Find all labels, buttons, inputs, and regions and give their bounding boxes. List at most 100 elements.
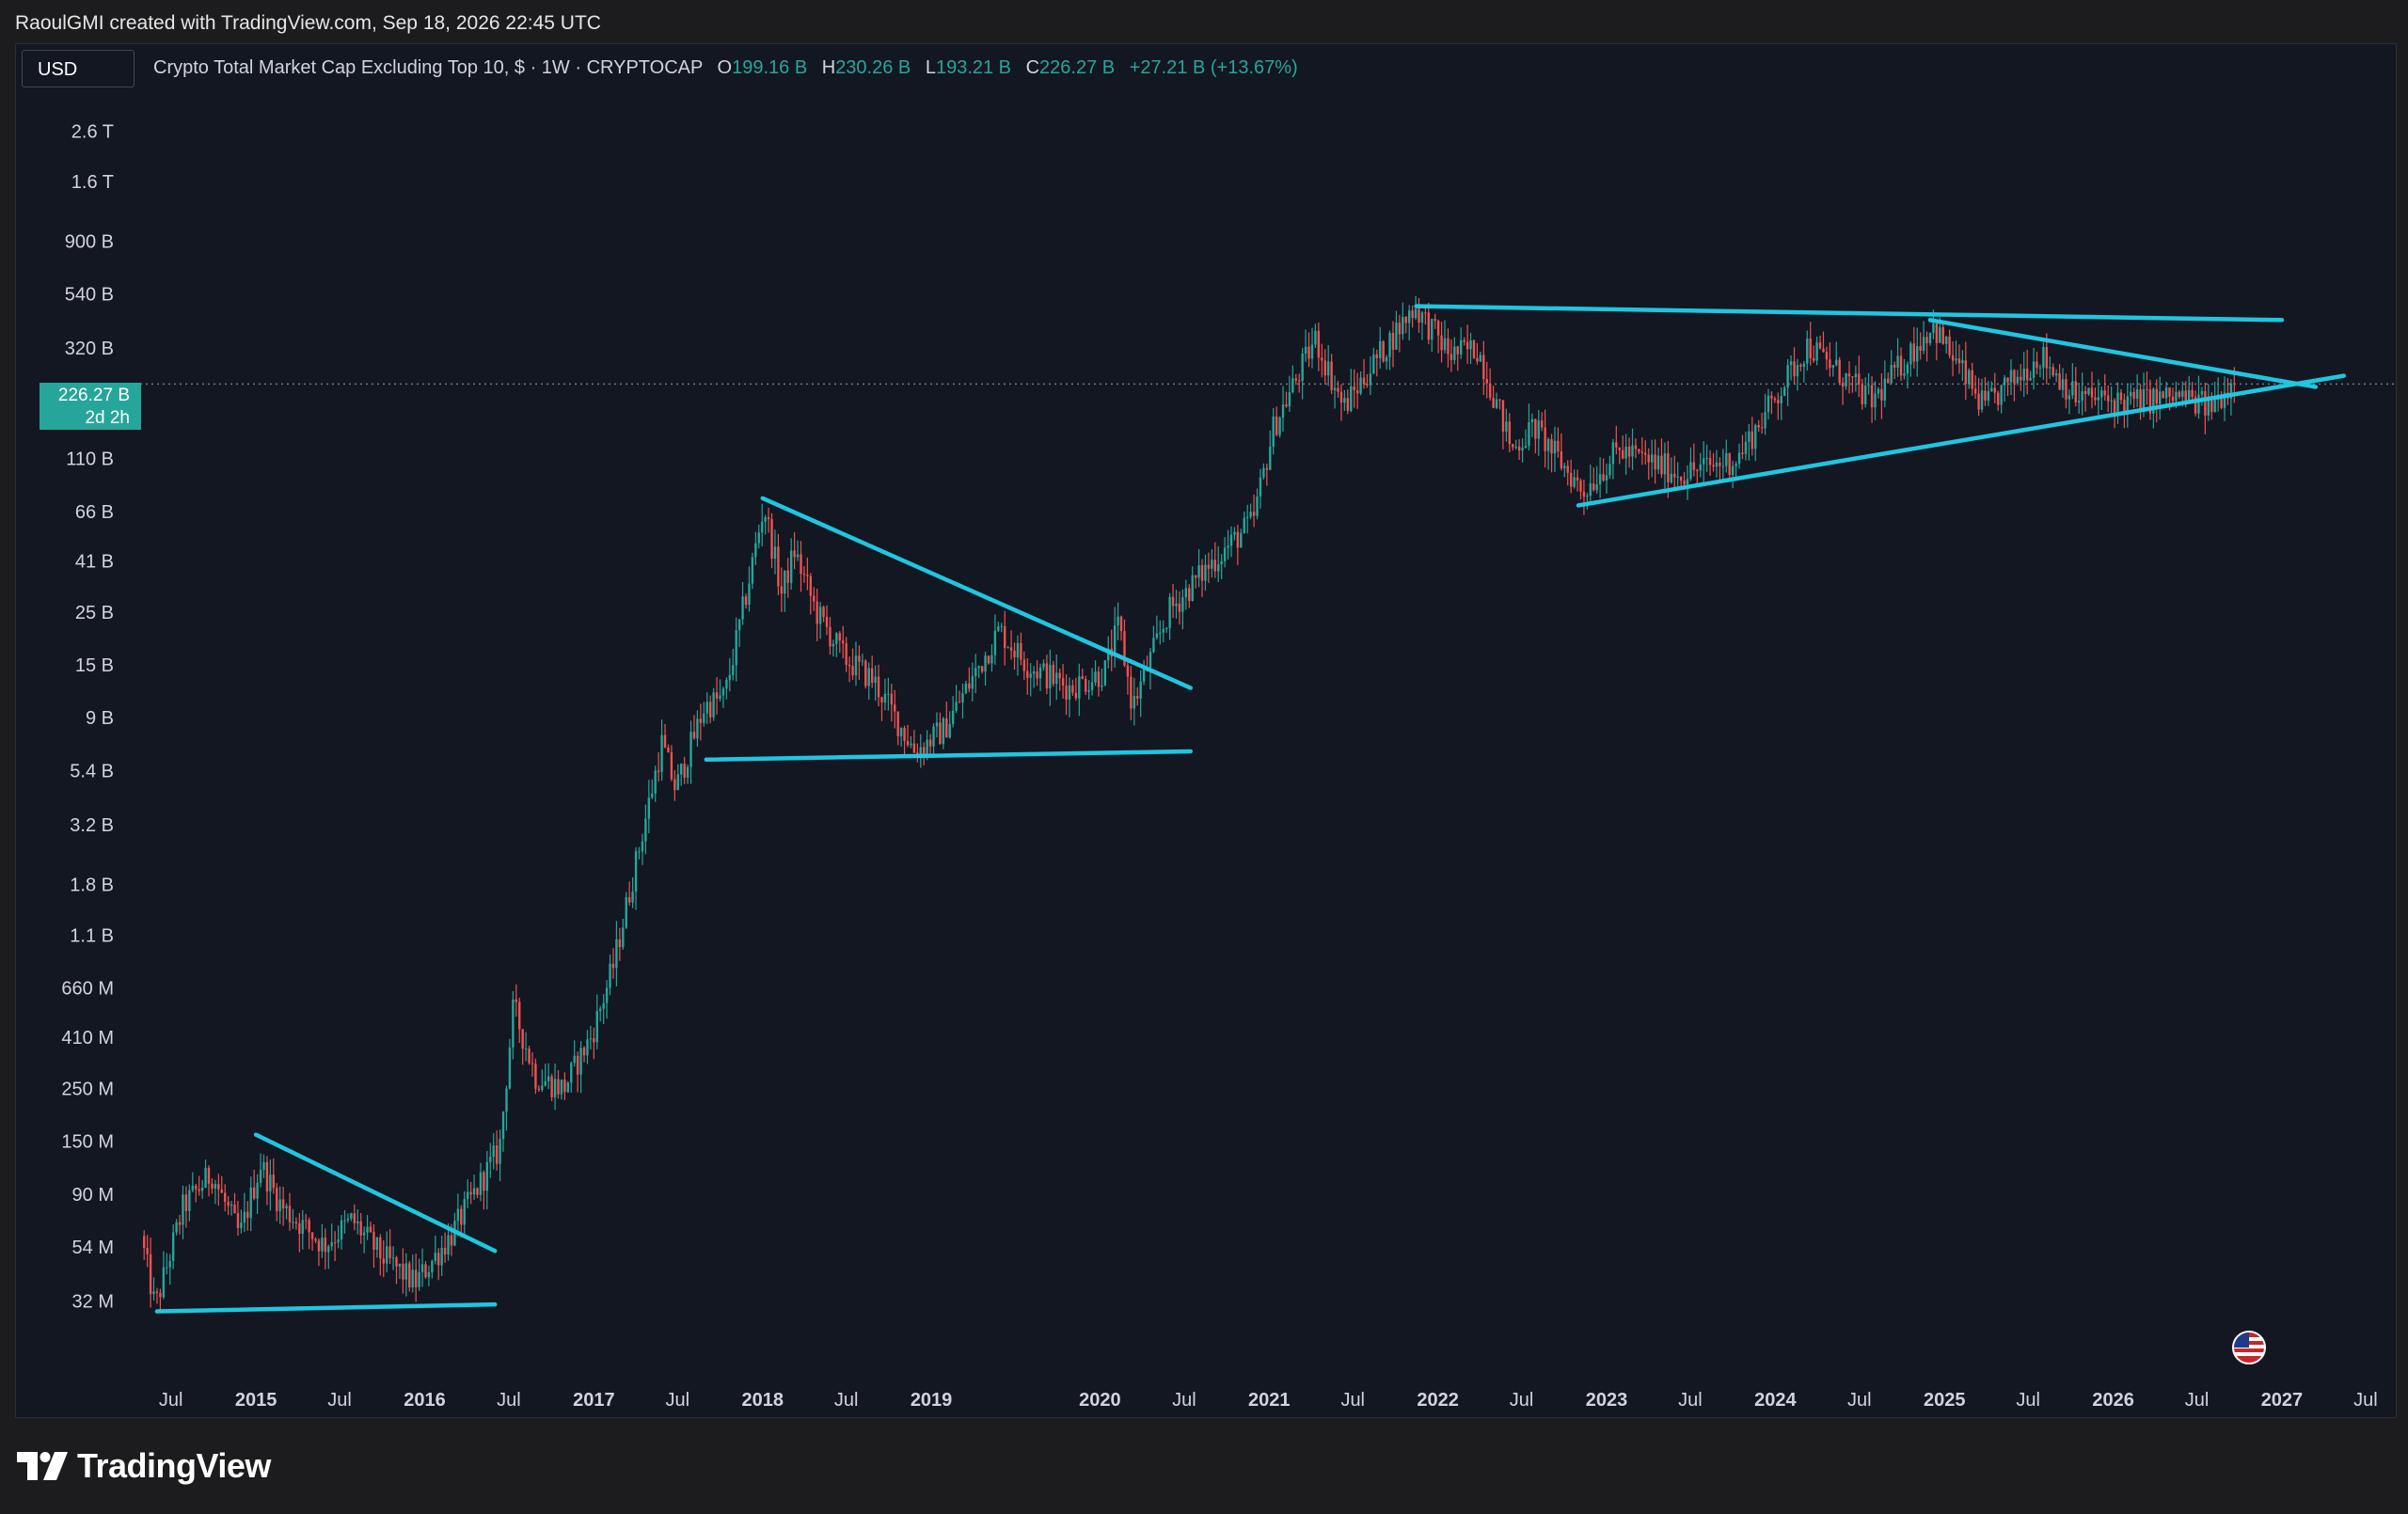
candle-body (1692, 462, 1696, 470)
candle-body (1689, 462, 1692, 480)
candle-body (2003, 377, 2006, 386)
candle-body (1404, 316, 1407, 323)
candle-body (1101, 685, 1103, 687)
candle-body (1699, 464, 1702, 471)
candle-body (1944, 336, 1948, 344)
candle-body (1197, 565, 1200, 578)
candle-body (910, 743, 912, 746)
candle-body (1288, 392, 1291, 407)
trendline[interactable] (154, 1301, 498, 1314)
candle-body (786, 570, 789, 583)
trendline[interactable] (760, 496, 1193, 690)
candle-body (1418, 308, 1420, 323)
candle-body (220, 1189, 223, 1193)
candle-body (894, 704, 896, 712)
y-axis-tick-label: 5.4 B (70, 761, 114, 781)
trendline[interactable] (704, 749, 1193, 763)
candle-body (761, 521, 764, 533)
x-axis-tick-label: Jul (159, 1390, 183, 1411)
candle-body (350, 1213, 353, 1219)
candle-body (1644, 452, 1647, 455)
candle-body (2146, 388, 2148, 390)
candle-body (1385, 356, 1388, 362)
candle-body (1488, 383, 1492, 398)
chart-canvas[interactable]: 2.6 T 1.6 T 900 B 540 B 320 B 110 B 66 B 41 B 25… (16, 44, 2396, 1417)
candle-body (333, 1242, 337, 1244)
candle-body (686, 766, 689, 778)
candle-body (1233, 531, 1236, 535)
candle-body (1009, 647, 1013, 651)
candle-body (896, 711, 899, 736)
candle-body (1955, 358, 1957, 361)
candle-body (1443, 338, 1447, 351)
trendline[interactable] (1576, 373, 2347, 508)
candle-body (1168, 596, 1171, 628)
candle-body (971, 676, 974, 689)
candle-body (246, 1211, 249, 1219)
candle-body (182, 1194, 184, 1225)
candle-body (463, 1199, 466, 1225)
candle-body (420, 1264, 424, 1272)
tradingview-logo[interactable]: TradingView (17, 1444, 271, 1488)
candle-body (1084, 678, 1087, 692)
candle-body (689, 732, 692, 767)
candle-body (1560, 451, 1563, 468)
chart-pane[interactable]: 2.6 T 1.6 T 900 B 540 B 320 B 110 B 66 B 41 B 25… (15, 43, 2397, 1418)
us-flag-icon[interactable] (2232, 1331, 2266, 1364)
candle-body (813, 595, 816, 602)
candle-body (764, 517, 767, 522)
candle-body (1984, 390, 1987, 401)
x-axis-tick-label: Jul (1510, 1390, 1534, 1411)
candle-body (379, 1237, 382, 1259)
candle-body (1553, 440, 1557, 454)
candle-body (1372, 354, 1375, 374)
candle-body (579, 1048, 582, 1075)
candle-body (391, 1257, 395, 1259)
candle-body (269, 1175, 272, 1192)
candle-body (825, 617, 829, 627)
candle-body (1492, 397, 1495, 408)
candle-body (1407, 310, 1411, 323)
candle-body (369, 1226, 372, 1233)
candle-body (1498, 399, 1501, 401)
x-axis-tick-label: 2020 (1079, 1390, 1121, 1411)
candle-body (149, 1254, 152, 1295)
candle-body (531, 1063, 534, 1065)
x-axis-tick-label: Jul (2185, 1390, 2210, 1411)
candle-body (1851, 376, 1854, 378)
candle-body (1032, 670, 1036, 674)
candle-body (1715, 463, 1719, 467)
trendline[interactable] (1414, 304, 2285, 323)
candle-body (155, 1291, 159, 1293)
candle-body (386, 1246, 388, 1264)
open-value: 199.16 B (732, 57, 808, 78)
last-price-badge: 226.27 B 2d 2h (40, 383, 141, 430)
candle-body (647, 797, 651, 819)
y-axis-tick-label: 540 B (65, 285, 114, 306)
open-label: O (717, 57, 733, 78)
trendline[interactable] (1927, 318, 2319, 389)
candle-body (281, 1199, 285, 1209)
candle-body (276, 1188, 278, 1211)
y-axis-tick-label: 66 B (75, 502, 114, 523)
candle-body (1541, 420, 1544, 428)
candle-body (1598, 474, 1602, 485)
candle-body (495, 1145, 499, 1164)
trendline[interactable] (253, 1132, 498, 1254)
symbol-description[interactable]: Crypto Total Market Cap Excluding Top 10… (153, 57, 703, 78)
candle-body (602, 1002, 605, 1009)
candle-body (508, 1047, 512, 1089)
candle-body (1485, 379, 1488, 384)
candle-body (641, 841, 644, 852)
candle-body (789, 550, 793, 583)
last-price-label: 226.27 B (57, 386, 130, 405)
currency-select[interactable]: USD (22, 50, 135, 87)
candle-body (2042, 347, 2045, 368)
candle-body (1576, 477, 1579, 481)
candle-body (1737, 452, 1741, 465)
candle-body (243, 1211, 246, 1223)
candle-body (537, 1088, 541, 1090)
candle-body (1932, 323, 1935, 333)
candle-body (408, 1263, 411, 1288)
candle-body (948, 724, 951, 738)
